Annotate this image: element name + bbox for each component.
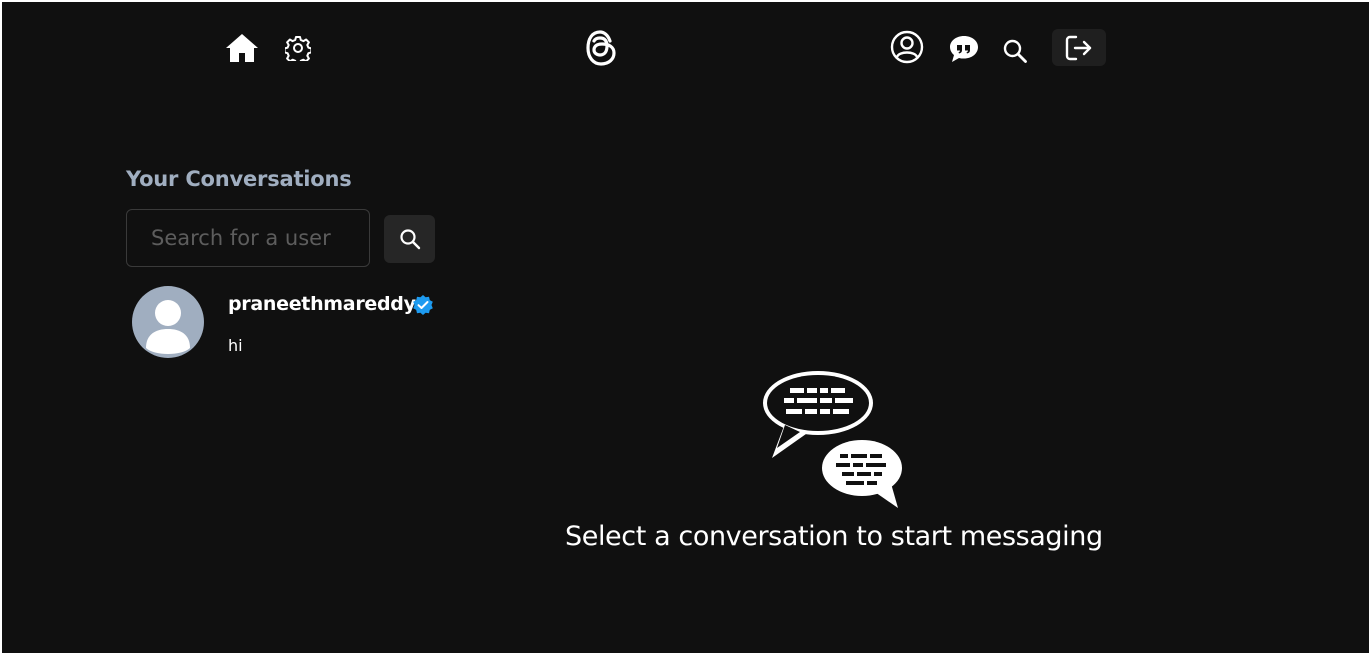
verified-badge-icon xyxy=(412,294,434,320)
search-icon xyxy=(399,229,420,250)
search-user-button[interactable] xyxy=(384,215,435,263)
top-navbar xyxy=(2,2,1369,97)
chat-icon[interactable] xyxy=(947,34,981,64)
chat-bubbles-icon xyxy=(760,368,906,514)
user-icon[interactable] xyxy=(889,29,925,65)
conversation-item[interactable]: praneethmareddy hi xyxy=(126,280,446,372)
conversation-username: praneethmareddy xyxy=(228,293,416,315)
logout-icon xyxy=(1065,35,1092,60)
search-icon[interactable] xyxy=(1002,38,1028,64)
conversations-title: Your Conversations xyxy=(126,167,352,191)
threads-logo[interactable] xyxy=(582,28,620,68)
app-frame: Your Conversations praneethmareddy hi xyxy=(2,2,1369,653)
avatar xyxy=(132,286,204,358)
conversation-last-message: hi xyxy=(228,336,243,355)
empty-state-message: Select a conversation to start messaging xyxy=(565,521,1103,552)
home-icon[interactable] xyxy=(224,30,260,66)
default-avatar-icon xyxy=(146,300,190,354)
user-search-input[interactable] xyxy=(126,209,370,267)
logout-button[interactable] xyxy=(1052,29,1106,66)
gear-icon[interactable] xyxy=(285,35,311,61)
